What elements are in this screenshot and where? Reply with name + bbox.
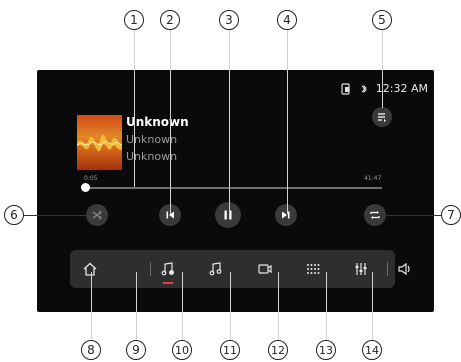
callout-1: 1 [124, 10, 144, 30]
status-bar: 12:32 AM [340, 82, 428, 95]
bottom-dock [70, 250, 410, 288]
elapsed-time: 0:05 [84, 175, 98, 182]
bluetooth-icon [358, 83, 370, 95]
music-playing-button[interactable] [158, 259, 178, 279]
dock-separator [387, 262, 388, 276]
callout-5: 5 [372, 10, 392, 30]
callout-line-14 [372, 272, 373, 342]
total-time: 41:47 [364, 175, 382, 182]
apps-button[interactable] [303, 259, 323, 279]
video-icon [258, 264, 272, 274]
music-playing-icon [161, 262, 174, 276]
callout-line-4 [287, 30, 288, 214]
apps-icon [307, 264, 320, 274]
music-icon [209, 262, 222, 276]
home-icon [83, 262, 97, 276]
track-artist: Unknown [126, 133, 178, 146]
track-title: Unknown [126, 115, 189, 129]
callout-line-7 [376, 215, 444, 216]
callout-line-12 [278, 272, 279, 342]
pause-button[interactable] [215, 202, 241, 228]
callout-line-10 [182, 272, 183, 342]
callout-line-5 [382, 30, 383, 108]
callout-line-9 [136, 272, 137, 342]
callout-3: 3 [219, 10, 239, 30]
shuffle-button[interactable] [86, 204, 108, 226]
callout-line-1 [134, 30, 135, 187]
callout-line-8 [91, 272, 92, 342]
volume-button[interactable] [395, 259, 415, 279]
callout-line-11 [230, 272, 231, 342]
active-indicator [163, 282, 173, 284]
track-info: Unknown Unknown Unknown [126, 115, 189, 163]
progress-thumb[interactable] [81, 183, 90, 192]
queue-icon [378, 113, 386, 122]
shuffle-icon [92, 210, 102, 220]
pause-icon [224, 210, 232, 220]
music-player-screen: 12:32 AM Unknown Unknown Unknown 0:05 41… [37, 70, 434, 312]
callout-12: 12 [268, 340, 288, 360]
next-button[interactable] [275, 204, 297, 226]
callout-2: 2 [160, 10, 180, 30]
music-button[interactable] [206, 259, 226, 279]
video-button[interactable] [255, 259, 275, 279]
callout-4: 4 [277, 10, 297, 30]
dock-separator [150, 262, 151, 276]
callout-line-3 [229, 30, 230, 214]
equalizer-icon [355, 263, 367, 275]
phone-link-icon [340, 82, 352, 95]
callout-11: 11 [220, 340, 240, 360]
clock: 12:32 AM [375, 82, 428, 95]
next-icon [282, 211, 290, 219]
album-art [77, 115, 122, 170]
callout-9: 9 [126, 340, 146, 360]
callout-7: 7 [441, 205, 461, 225]
callout-line-2 [170, 30, 171, 214]
track-album: Unknown [126, 150, 178, 163]
callout-13: 13 [316, 340, 336, 360]
equalizer-button[interactable] [351, 259, 371, 279]
queue-button[interactable] [372, 107, 392, 127]
volume-icon [398, 262, 410, 276]
callout-line-6 [24, 215, 86, 216]
home-button[interactable] [80, 259, 100, 279]
callout-10: 10 [172, 340, 192, 360]
callout-6: 6 [4, 205, 24, 225]
progress-bar[interactable] [84, 187, 382, 189]
callout-8: 8 [81, 340, 101, 360]
callout-14: 14 [362, 340, 382, 360]
callout-line-13 [326, 272, 327, 342]
